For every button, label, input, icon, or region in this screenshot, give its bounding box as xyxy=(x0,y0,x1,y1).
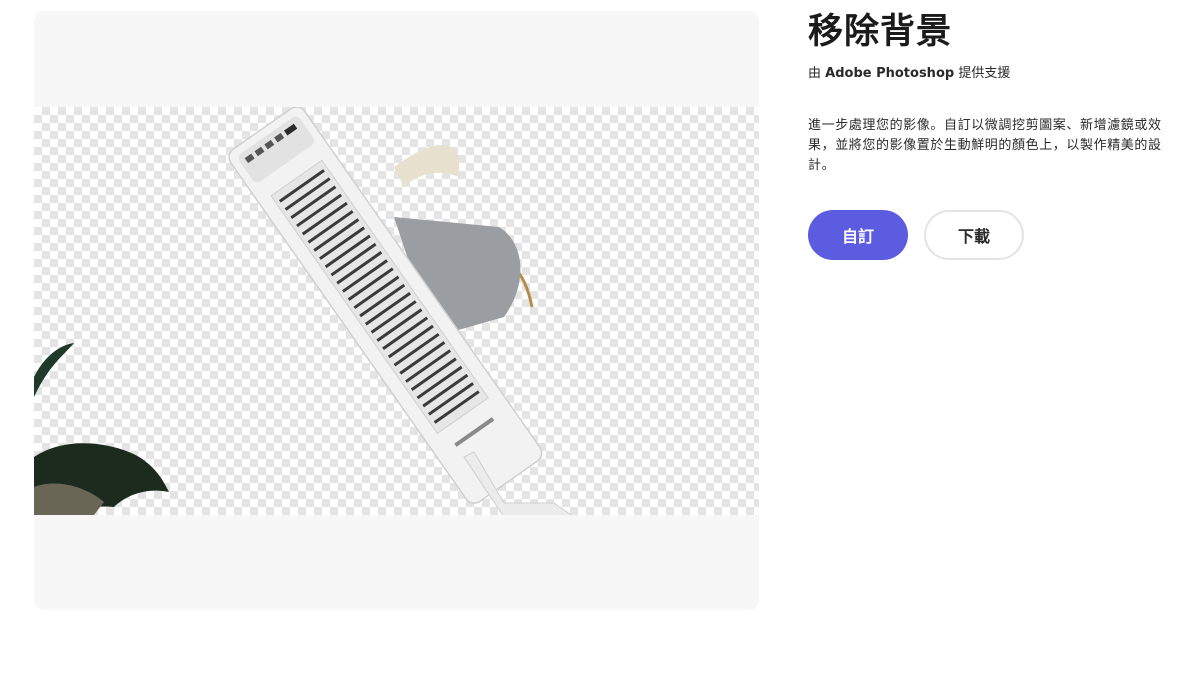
remove-background-page: 移除背景 由 Adobe Photoshop 提供支援 進一步處理您的影像。自訂… xyxy=(0,0,1199,674)
powered-by-brand: Adobe Photoshop xyxy=(825,66,955,81)
tool-description: 進一步處理您的影像。自訂以微調挖剪圖案、新增濾鏡或效果，並將您的影像置於生動鮮明… xyxy=(808,118,1162,173)
powered-by-prefix: 由 xyxy=(808,66,826,81)
download-button[interactable]: 下載 xyxy=(924,210,1024,260)
tool-info-panel: 移除背景 由 Adobe Photoshop 提供支援 進一步處理您的影像。自訂… xyxy=(808,8,1178,260)
cutout-image-art xyxy=(34,107,573,515)
plant-leaf-top xyxy=(34,343,74,397)
powered-by-suffix: 提供支援 xyxy=(954,66,1011,81)
page-title: 移除背景 xyxy=(808,12,953,52)
customize-button[interactable]: 自訂 xyxy=(808,210,908,260)
cord-loop xyxy=(394,145,459,187)
action-buttons: 自訂 下載 xyxy=(808,210,1178,260)
background-removed-image xyxy=(34,107,759,515)
image-preview-panel xyxy=(34,11,759,610)
powered-by-line: 由 Adobe Photoshop 提供支援 xyxy=(808,65,1178,83)
